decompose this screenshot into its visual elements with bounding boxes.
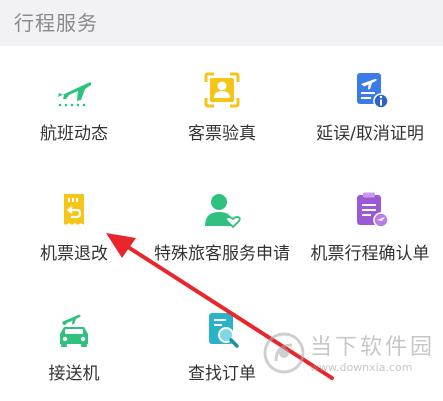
service-airport-transfer[interactable]: 接送机: [0, 286, 148, 401]
service-ticket-refund[interactable]: 机票退改: [0, 166, 148, 284]
service-label: 特殊旅客服务申请: [154, 244, 290, 264]
itinerary-confirm-icon: [350, 190, 390, 230]
section-header: 行程服务: [0, 0, 443, 46]
service-flight-status[interactable]: 航班动态: [0, 46, 148, 164]
special-passenger-icon: [202, 190, 242, 230]
service-delay-certificate[interactable]: 延误/取消证明: [296, 46, 443, 164]
airplane-takeoff-icon: [54, 70, 94, 110]
service-special-passenger[interactable]: 特殊旅客服务申请: [148, 166, 296, 284]
watermark-url: www.downxia.com: [310, 361, 413, 374]
service-label: 航班动态: [40, 124, 108, 144]
service-label: 客票验真: [188, 124, 256, 144]
watermark-logo-icon: [263, 332, 305, 374]
passenger-verify-icon: [202, 70, 242, 110]
service-label: 机票退改: [40, 244, 108, 264]
service-ticket-verify[interactable]: 客票验真: [148, 46, 296, 164]
airport-transfer-icon: [54, 310, 94, 350]
watermark-text: 当下软件园: [310, 335, 436, 360]
section-title: 行程服务: [14, 11, 98, 35]
ticket-refund-icon: [54, 190, 94, 230]
service-label: 机票行程确认单: [310, 244, 430, 264]
trip-services-page: 行程服务 航班动态 客票验真 延误/取消证明 机票退改 特殊旅客服务申请 机票行…: [0, 0, 443, 401]
service-label: 延误/取消证明: [316, 124, 424, 144]
service-itinerary-confirm[interactable]: 机票行程确认单: [296, 166, 443, 284]
service-label: 接送机: [48, 364, 100, 384]
find-order-icon: [202, 310, 242, 350]
watermark: 当下软件园 www.downxia.com: [262, 325, 437, 385]
delay-certificate-icon: [350, 70, 390, 110]
